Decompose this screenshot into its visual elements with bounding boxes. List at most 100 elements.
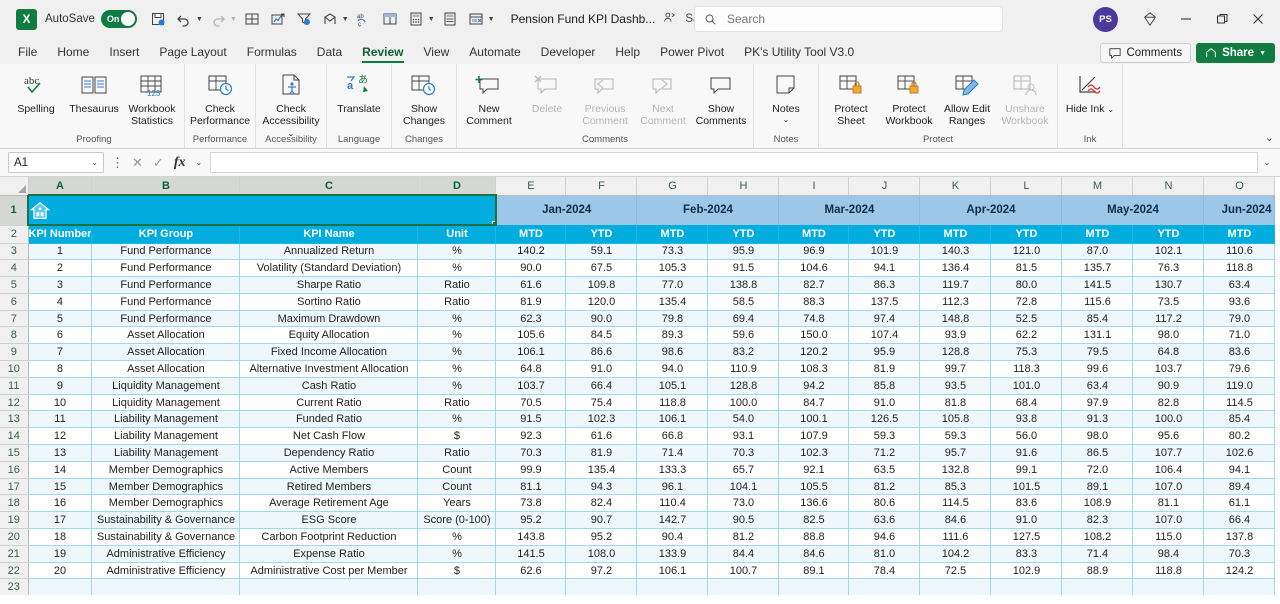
tab-pk-utility-tool[interactable]: PK's Utility Tool V3.0	[734, 42, 864, 64]
cell-unit[interactable]: %	[417, 377, 497, 395]
cell-kpi-number[interactable]: 18	[28, 528, 93, 546]
check-accessibility-button[interactable]: Check Accessibility ⌄	[259, 67, 323, 140]
col-header-M[interactable]: M	[1061, 177, 1134, 196]
row-header-5[interactable]: 5	[0, 276, 29, 294]
cell-metric-7[interactable]: 52.5	[990, 310, 1063, 328]
cell-metric-4[interactable]: 82.5	[778, 511, 850, 530]
cell-metric-5[interactable]: 137.5	[848, 293, 921, 311]
cell-metric-2[interactable]: 94.0	[636, 360, 709, 378]
cell-kpi-name[interactable]: Administrative Cost per Member	[239, 562, 419, 580]
cell-kpi-group[interactable]: Fund Performance	[91, 259, 241, 278]
cell-metric-2[interactable]: 98.6	[636, 343, 709, 362]
cell-metric-1[interactable]: 82.4	[565, 494, 638, 513]
tab-help[interactable]: Help	[605, 42, 650, 64]
cell-metric-3[interactable]: 70.3	[707, 444, 780, 462]
row-header-7[interactable]: 7	[0, 310, 29, 328]
cell-kpi-name[interactable]: Dependency Ratio	[239, 444, 419, 462]
document-title[interactable]: Pension Fund KPI Dashb...	[511, 12, 656, 26]
cell-metric-8[interactable]: 86.5	[1061, 444, 1134, 462]
table-row[interactable]: 8 6 Asset Allocation Equity Allocation% 105.…	[0, 326, 1276, 345]
select-all-corner[interactable]	[0, 177, 29, 196]
col-header-C[interactable]: C	[239, 177, 419, 196]
cell-metric-6[interactable]: 128.8	[919, 343, 992, 362]
cell-kpi-group[interactable]: Liability Management	[91, 410, 241, 429]
cell-metric-9[interactable]: 73.5	[1132, 293, 1205, 311]
cell-kpi-number[interactable]: 1	[28, 243, 93, 261]
confirm-entry-icon[interactable]: ✓	[153, 155, 164, 171]
cell-metric-0[interactable]: 99.9	[495, 461, 567, 479]
comments-button[interactable]: Comments	[1100, 43, 1192, 63]
tab-view[interactable]: View	[414, 42, 460, 64]
cell-unit[interactable]: Ratio	[417, 276, 497, 294]
cell-metric-6[interactable]: 119.7	[919, 276, 992, 294]
cell-kpi-number[interactable]: 9	[28, 377, 93, 395]
cell-metric-8[interactable]: 91.3	[1061, 410, 1134, 429]
cell-unit[interactable]: %	[417, 310, 497, 328]
cell-unit[interactable]: Count	[417, 461, 497, 479]
cell-kpi-number[interactable]: 16	[28, 494, 93, 513]
cell-metric-8[interactable]: 131.1	[1061, 326, 1134, 345]
cell-metric-6[interactable]: 72.5	[919, 562, 992, 580]
cell-metric-0[interactable]: 91.5	[495, 410, 567, 429]
cell-metric-6[interactable]: 136.4	[919, 259, 992, 278]
table-row[interactable]: 21 19 Administrative Efficiency Expense Rat…	[0, 545, 1276, 563]
col-header-A[interactable]: A	[28, 177, 93, 196]
cell-metric-1[interactable]: 109.8	[565, 276, 638, 294]
cell-metric-3[interactable]: 83.2	[707, 343, 780, 362]
cell-metric-4[interactable]: 136.6	[778, 494, 850, 513]
cell-metric-0[interactable]: 62.3	[495, 310, 567, 328]
cell-metric-7[interactable]: 101.0	[990, 377, 1063, 395]
cell-kpi-number[interactable]: 19	[28, 545, 93, 563]
cell-kpi-group[interactable]: Liability Management	[91, 444, 241, 462]
search-bar[interactable]	[694, 6, 1003, 32]
cell-metric-3[interactable]: 95.9	[707, 243, 780, 261]
formula-bar-menu-icon[interactable]: ⋮	[104, 155, 132, 171]
table-row[interactable]: 15 13 Liability Management Dependency Ratio…	[0, 444, 1276, 462]
cell-metric-8[interactable]: 98.0	[1061, 427, 1134, 446]
cell-metric-5[interactable]: 80.6	[848, 494, 921, 513]
cell-metric-1[interactable]: 84.5	[565, 326, 638, 345]
cell-metric-1[interactable]: 91.0	[565, 360, 638, 378]
cell-metric-7[interactable]: 83.6	[990, 494, 1063, 513]
cell-metric-10[interactable]: 79.0	[1203, 310, 1276, 328]
cell-metric-2[interactable]: 105.3	[636, 259, 709, 278]
cell-metric-7[interactable]: 72.8	[990, 293, 1063, 311]
cell-metric-4[interactable]: 88.8	[778, 528, 850, 546]
row-header-9[interactable]: 9	[0, 343, 29, 362]
cell-metric-2[interactable]: 71.4	[636, 444, 709, 462]
cell-metric-9[interactable]: 98.0	[1132, 326, 1205, 345]
check-performance-button[interactable]: Check Performance	[188, 67, 252, 127]
insert-function-icon[interactable]: fx	[174, 155, 186, 171]
qat-more-icon[interactable]: ▼	[488, 16, 495, 23]
cell-empty[interactable]	[707, 578, 780, 595]
cell-metric-7[interactable]: 91.0	[990, 511, 1063, 530]
tab-review[interactable]: Review	[352, 42, 413, 64]
cell-metric-4[interactable]: 89.1	[778, 562, 850, 580]
cell-kpi-name[interactable]: Retired Members	[239, 478, 419, 496]
cell-metric-3[interactable]: 93.1	[707, 427, 780, 446]
cell-metric-9[interactable]: 107.0	[1132, 478, 1205, 496]
cell-metric-5[interactable]: 94.6	[848, 528, 921, 546]
cell-metric-8[interactable]: 108.9	[1061, 494, 1134, 513]
cell-metric-10[interactable]: 118.8	[1203, 259, 1276, 278]
autosave-toggle[interactable]: On	[100, 10, 137, 28]
cell-metric-7[interactable]: 102.9	[990, 562, 1063, 580]
cell-metric-7[interactable]: 99.1	[990, 461, 1063, 479]
cell-metric-0[interactable]: 70.3	[495, 444, 567, 462]
cell-metric-7[interactable]: 62.2	[990, 326, 1063, 345]
cell-metric-1[interactable]: 75.4	[565, 394, 638, 412]
notes-button[interactable]: Notes ⌄	[757, 67, 815, 124]
avatar[interactable]: PS	[1093, 6, 1118, 32]
cell-kpi-group[interactable]: Administrative Efficiency	[91, 562, 241, 580]
cell-metric-9[interactable]: 64.8	[1132, 343, 1205, 362]
col-header-F[interactable]: F	[565, 177, 638, 196]
cell-metric-10[interactable]: 71.0	[1203, 326, 1276, 345]
cell-metric-9[interactable]: 100.0	[1132, 410, 1205, 429]
row-header-3[interactable]: 3	[0, 243, 29, 261]
cell-empty[interactable]	[417, 578, 497, 595]
cell-metric-7[interactable]: 121.0	[990, 243, 1063, 261]
cell-kpi-group[interactable]: Member Demographics	[91, 478, 241, 496]
cell-metric-1[interactable]: 59.1	[565, 243, 638, 261]
cell-metric-5[interactable]: 86.3	[848, 276, 921, 294]
cell-kpi-number[interactable]: 3	[28, 276, 93, 294]
